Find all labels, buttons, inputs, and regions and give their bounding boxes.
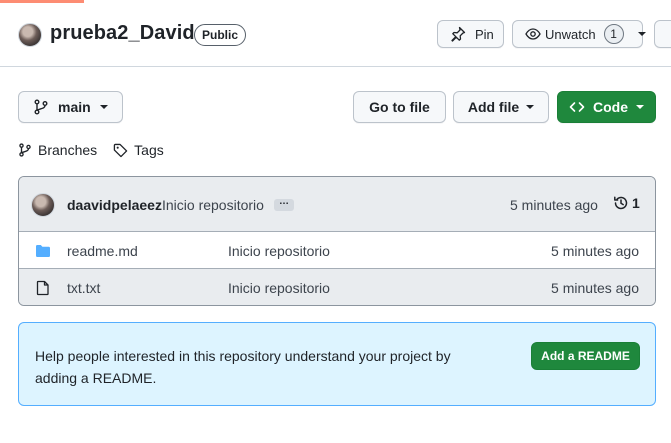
file-name[interactable]: readme.md <box>67 243 138 259</box>
tag-icon <box>113 143 128 157</box>
readme-prompt-text: Help people interested in this repositor… <box>35 348 451 386</box>
file-commit-message[interactable]: Inicio repositorio <box>228 243 330 259</box>
pin-button[interactable]: Pin <box>437 20 504 48</box>
chevron-down-icon <box>526 105 535 109</box>
chevron-down-icon <box>636 105 644 109</box>
table-row[interactable]: readme.md Inicio repositorio 5 minutes a… <box>19 232 655 269</box>
tags-label: Tags <box>134 142 164 158</box>
branches-label: Branches <box>38 142 98 158</box>
add-file-button[interactable]: Add file <box>453 91 549 123</box>
commit-history-link[interactable]: 1 <box>613 195 640 211</box>
commit-author-avatar[interactable] <box>31 193 55 217</box>
file-icon <box>36 280 49 296</box>
branch-name: main <box>58 99 91 115</box>
commit-details-toggle[interactable]: … <box>274 197 294 211</box>
folder-icon <box>36 245 50 257</box>
code-button[interactable]: Code <box>557 91 656 123</box>
code-label: Code <box>593 99 628 115</box>
commit-count: 1 <box>632 195 640 211</box>
watch-label: Unwatch <box>545 26 596 42</box>
visibility-badge: Public <box>194 24 247 46</box>
file-commit-time: 5 minutes ago <box>551 280 639 296</box>
commit-time[interactable]: 5 minutes ago <box>510 197 598 213</box>
branches-link[interactable]: Branches <box>18 142 97 158</box>
file-name[interactable]: txt.txt <box>67 280 100 296</box>
watch-count: 1 <box>603 24 624 44</box>
branch-icon <box>19 143 31 157</box>
add-file-label: Add file <box>467 99 520 115</box>
file-commit-time: 5 minutes ago <box>551 243 639 259</box>
pin-label: Pin <box>475 26 494 42</box>
fork-button[interactable] <box>654 20 671 48</box>
file-table: daavidpelaeez Inicio repositorio … 5 min… <box>18 176 656 306</box>
add-readme-banner: Help people interested in this repositor… <box>18 322 656 406</box>
pin-icon <box>451 26 466 42</box>
go-to-file-label: Go to file <box>369 99 430 115</box>
commit-author[interactable]: daavidpelaeez <box>67 197 162 213</box>
chevron-down-icon <box>637 32 646 36</box>
add-readme-button[interactable]: Add a README <box>531 342 640 370</box>
watch-button[interactable]: Unwatch 1 <box>512 20 646 48</box>
history-icon <box>614 196 628 210</box>
repo-name[interactable]: prueba2_David <box>50 22 195 45</box>
chevron-down-icon <box>99 105 108 109</box>
repo-header: prueba2_David Public Pin Unwatch 1 <box>0 0 671 67</box>
branch-icon <box>34 99 48 115</box>
branch-selector[interactable]: main <box>18 91 123 123</box>
table-row[interactable]: txt.txt Inicio repositorio 5 minutes ago <box>19 269 655 305</box>
tags-link[interactable]: Tags <box>113 142 164 158</box>
latest-commit-row: daavidpelaeez Inicio repositorio … 5 min… <box>19 177 655 232</box>
code-icon <box>569 102 585 112</box>
go-to-file-button[interactable]: Go to file <box>353 91 446 123</box>
eye-icon <box>525 28 541 40</box>
branches-tags-links: Branches Tags <box>18 142 164 158</box>
file-commit-message[interactable]: Inicio repositorio <box>228 280 330 296</box>
owner-avatar[interactable] <box>18 23 42 47</box>
commit-message[interactable]: Inicio repositorio <box>162 197 264 213</box>
